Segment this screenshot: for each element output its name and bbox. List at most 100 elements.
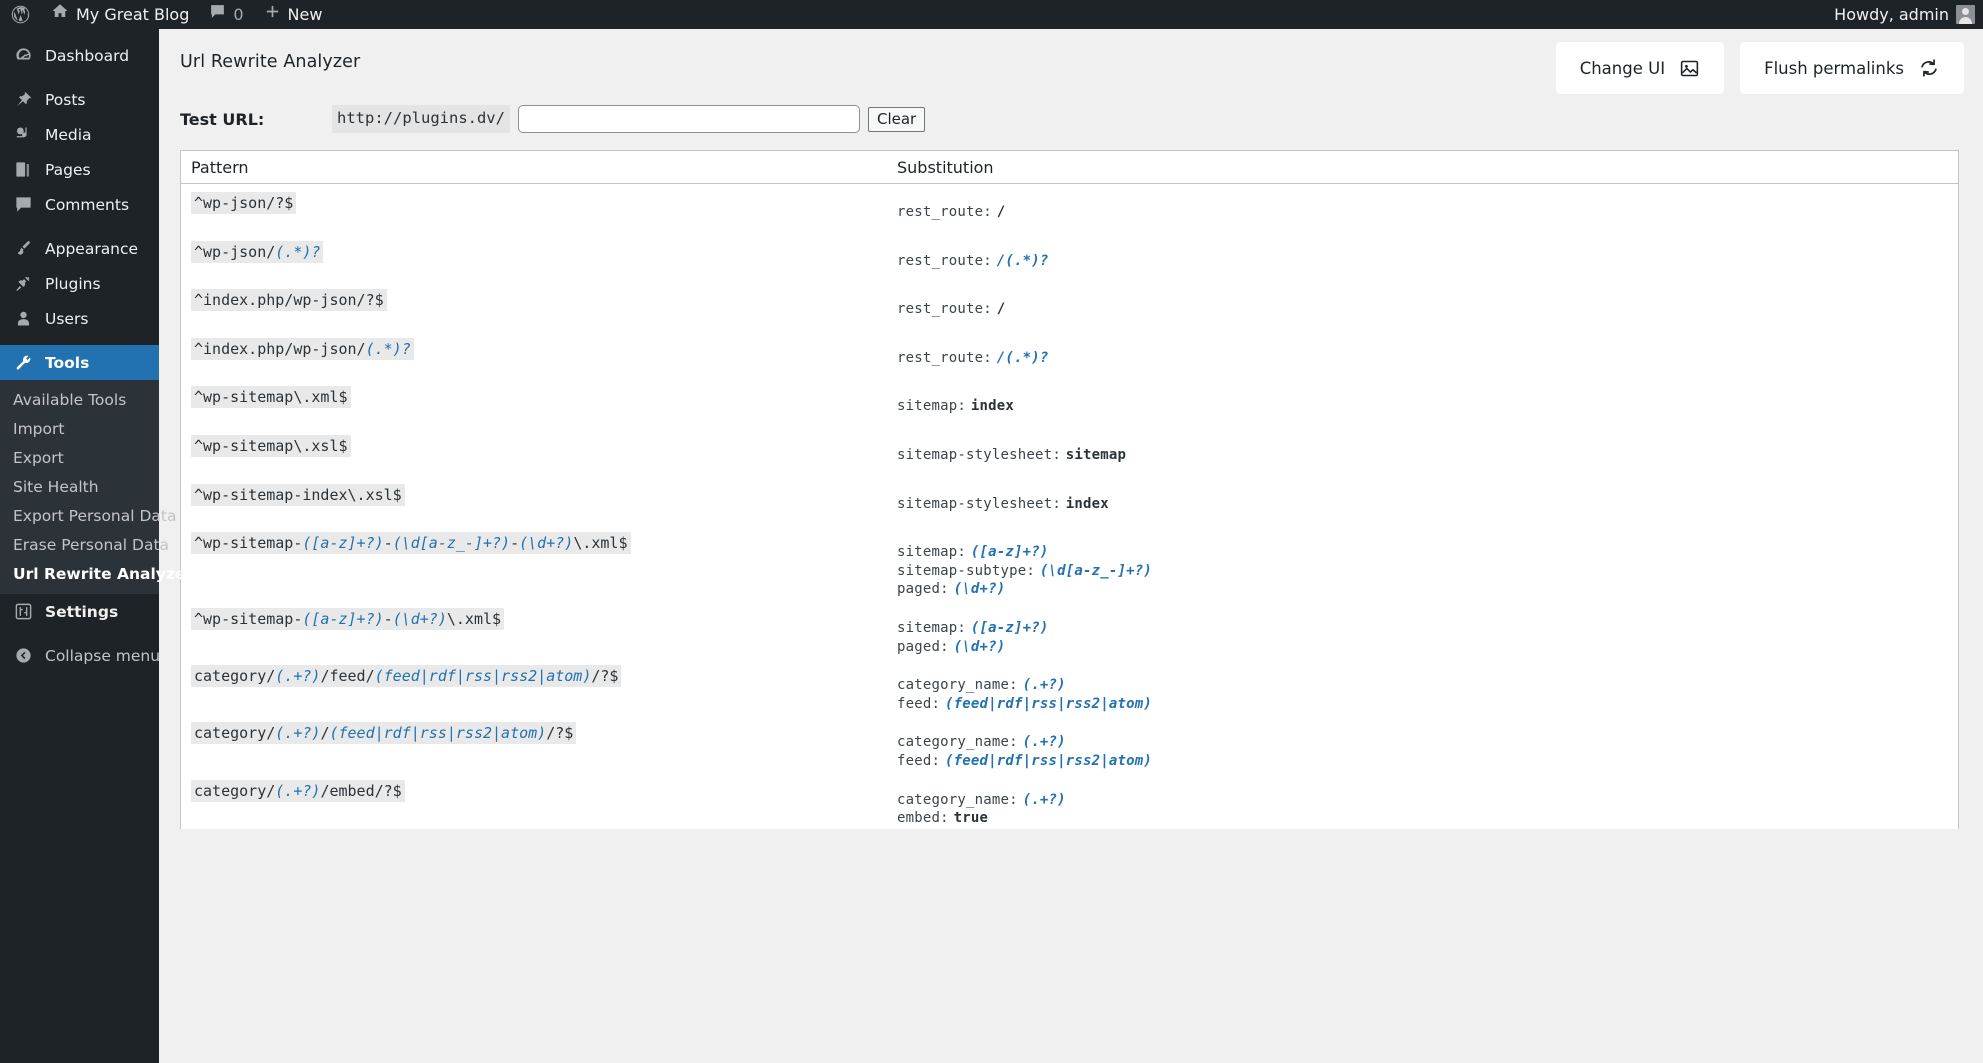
pattern-capture-group: ([a-z]+?) bbox=[302, 534, 384, 553]
new-content-button[interactable]: New bbox=[254, 0, 333, 29]
pattern-code: category/(.+?)/embed/?$ bbox=[191, 779, 405, 802]
substitution-line: rest_route: /(.*)? bbox=[897, 252, 1958, 271]
pattern-cell: ^wp-sitemap\.xsl$ bbox=[181, 427, 891, 457]
substitution-cell: sitemap-stylesheet: sitemap bbox=[891, 427, 1958, 465]
pattern-literal: ^index.php/wp-json/?$ bbox=[194, 291, 384, 310]
pattern-code: ^index.php/wp-json/(.*)? bbox=[191, 337, 414, 360]
table-row: category/(.+?)/feed/(feed|rdf|rss|rss2|a… bbox=[181, 657, 1958, 715]
change-ui-button[interactable]: Change UI bbox=[1555, 42, 1725, 94]
pattern-cell: category/(.+?)/feed/(feed|rdf|rss|rss2|a… bbox=[181, 657, 891, 688]
sidebar-item-url-rewrite-analyzer[interactable]: Url Rewrite Analyzer bbox=[0, 559, 193, 588]
substitution-key: embed: bbox=[897, 810, 949, 827]
pattern-code: ^wp-sitemap-index\.xsl$ bbox=[191, 483, 405, 506]
substitution-line: sitemap: ([a-z]+?) bbox=[897, 543, 1958, 562]
sidebar-item-settings[interactable]: Settings bbox=[0, 594, 159, 629]
substitution-capture-group: (feed|rdf|rss|rss2|atom) bbox=[944, 695, 1153, 712]
substitution-capture-group: (\d+?) bbox=[953, 581, 1006, 598]
substitution-value: true bbox=[953, 810, 989, 827]
collapse-menu-button[interactable]: Collapse menu bbox=[0, 638, 161, 673]
settings-sliders-icon bbox=[13, 601, 34, 622]
sidebar-item-label: Pages bbox=[45, 160, 91, 179]
sidebar-item-posts[interactable]: Posts bbox=[0, 82, 159, 117]
substitution-line: sitemap: index bbox=[897, 397, 1958, 416]
page-title: Url Rewrite Analyzer bbox=[180, 52, 361, 72]
substitution-key: sitemap: bbox=[897, 544, 967, 561]
table-row: category/(.+?)/(feed|rdf|rss|rss2|atom)/… bbox=[181, 714, 1958, 772]
sidebar-item-tools[interactable]: Tools bbox=[0, 345, 167, 380]
pattern-cell: category/(.+?)/embed/?$ bbox=[181, 772, 891, 802]
pattern-capture-group: (feed|rdf|rss|rss2|atom) bbox=[374, 667, 592, 686]
sidebar-item-available-tools[interactable]: Available Tools bbox=[0, 385, 159, 414]
sidebar-item-pages[interactable]: Pages bbox=[0, 152, 159, 187]
substitution-line: rest_route: / bbox=[897, 300, 1958, 319]
menu-spacer-top bbox=[0, 29, 159, 38]
pattern-capture-group: (\d+?) bbox=[392, 609, 447, 628]
table-body: ^wp-json/?$ rest_route: / ^wp-json/(.*)? re… bbox=[181, 184, 1958, 829]
pattern-literal: /?$ bbox=[591, 667, 619, 686]
tools-submenu: Available Tools Import Export Site Healt… bbox=[0, 380, 193, 594]
comments-bubble-button[interactable]: 0 bbox=[199, 0, 253, 29]
pattern-cell: ^wp-sitemap\.xml$ bbox=[181, 378, 891, 409]
sidebar-item-users[interactable]: Users bbox=[0, 301, 159, 336]
substitution-line: sitemap: ([a-z]+?) bbox=[897, 619, 1958, 638]
flush-permalinks-button[interactable]: Flush permalinks bbox=[1740, 42, 1964, 94]
sidebar-item-plugins[interactable]: Plugins bbox=[0, 266, 159, 301]
substitution-cell: category_name: (.+?) feed: (feed|rdf|rss|… bbox=[891, 657, 1958, 713]
substitution-line: paged: (\d+?) bbox=[897, 580, 1958, 599]
sidebar-item-export[interactable]: Export bbox=[0, 443, 159, 472]
user-avatar-icon bbox=[1956, 5, 1975, 24]
sidebar-item-dashboard[interactable]: Dashboard bbox=[0, 38, 159, 73]
pattern-literal: /?$ bbox=[546, 724, 574, 743]
pattern-literal: ^wp-json/ bbox=[194, 242, 276, 261]
substitution-cell: sitemap: ([a-z]+?) paged: (\d+?) bbox=[891, 600, 1958, 656]
substitution-line: category_name: (.+?) bbox=[897, 733, 1958, 752]
change-ui-label: Change UI bbox=[1579, 58, 1666, 78]
pattern-literal: category/ bbox=[194, 781, 276, 800]
pattern-cell: ^wp-json/?$ bbox=[181, 184, 891, 214]
site-name-menu[interactable]: My Great Blog bbox=[41, 0, 199, 29]
pattern-code: category/(.+?)/(feed|rdf|rss|rss2|atom)/… bbox=[191, 722, 577, 745]
sidebar-item-label: Comments bbox=[45, 195, 130, 214]
admin-sidebar-menu: Dashboard Posts Media Pages Comments App… bbox=[0, 29, 193, 1063]
sidebar-item-label: Plugins bbox=[45, 274, 101, 293]
my-account-menu[interactable]: Howdy, admin bbox=[1824, 0, 1983, 29]
sidebar-item-erase-personal-data[interactable]: Erase Personal Data bbox=[0, 530, 169, 559]
pattern-code: category/(.+?)/feed/(feed|rdf|rss|rss2|a… bbox=[191, 665, 622, 688]
sidebar-item-label: Tools bbox=[45, 353, 90, 372]
collapse-menu-label: Collapse menu bbox=[45, 646, 161, 665]
pattern-code: ^wp-json/?$ bbox=[191, 192, 297, 214]
table-row: ^index.php/wp-json/?$ rest_route: / bbox=[181, 281, 1958, 330]
test-url-row: Test URL: http://plugins.dv/ Clear bbox=[159, 95, 1983, 143]
pattern-capture-group: (.+?) bbox=[275, 781, 321, 800]
clear-button[interactable]: Clear bbox=[867, 106, 926, 132]
substitution-capture-group: (.*)? bbox=[1005, 252, 1049, 269]
substitution-cell: category_name: (.+?) embed: true bbox=[891, 772, 1958, 828]
substitution-key: rest_route: bbox=[897, 204, 992, 220]
substitution-line: sitemap-stylesheet: sitemap bbox=[897, 446, 1958, 465]
refresh-icon bbox=[1918, 57, 1940, 79]
sidebar-item-media[interactable]: Media bbox=[0, 117, 159, 152]
substitution-capture-group: ([a-z]+?) bbox=[970, 544, 1049, 561]
sidebar-item-import[interactable]: Import bbox=[0, 414, 159, 443]
pattern-literal: ^wp-sitemap\.xml$ bbox=[194, 388, 348, 407]
table-row: ^wp-sitemap-index\.xsl$ sitemap-styleshee… bbox=[181, 476, 1958, 525]
column-header-substitution: Substitution bbox=[897, 157, 994, 177]
image-icon bbox=[1679, 58, 1700, 79]
comment-bubble-icon bbox=[209, 0, 226, 29]
pattern-literal: category/ bbox=[194, 667, 276, 686]
sidebar-item-site-health[interactable]: Site Health bbox=[0, 472, 159, 501]
table-row: ^wp-sitemap-([a-z]+?)-(\d+?)\.xml$ sitema… bbox=[181, 600, 1958, 658]
sidebar-item-export-personal-data[interactable]: Export Personal Data bbox=[0, 501, 177, 530]
pattern-code: ^wp-sitemap\.xml$ bbox=[191, 386, 351, 409]
sidebar-item-appearance[interactable]: Appearance bbox=[0, 231, 159, 266]
sidebar-item-comments[interactable]: Comments bbox=[0, 187, 159, 222]
menu-separator-3 bbox=[0, 336, 159, 345]
substitution-line: embed: true bbox=[897, 809, 1958, 828]
substitution-capture-group: (.+?) bbox=[1022, 734, 1066, 751]
pattern-literal: \.xml$ bbox=[573, 534, 628, 553]
pattern-capture-group: ([a-z]+?) bbox=[302, 609, 384, 628]
substitution-line: rest_route: / bbox=[897, 203, 1958, 222]
test-url-input[interactable] bbox=[517, 105, 860, 133]
wordpress-logo-button[interactable] bbox=[0, 0, 41, 29]
substitution-cell: rest_route: / bbox=[891, 184, 1958, 222]
